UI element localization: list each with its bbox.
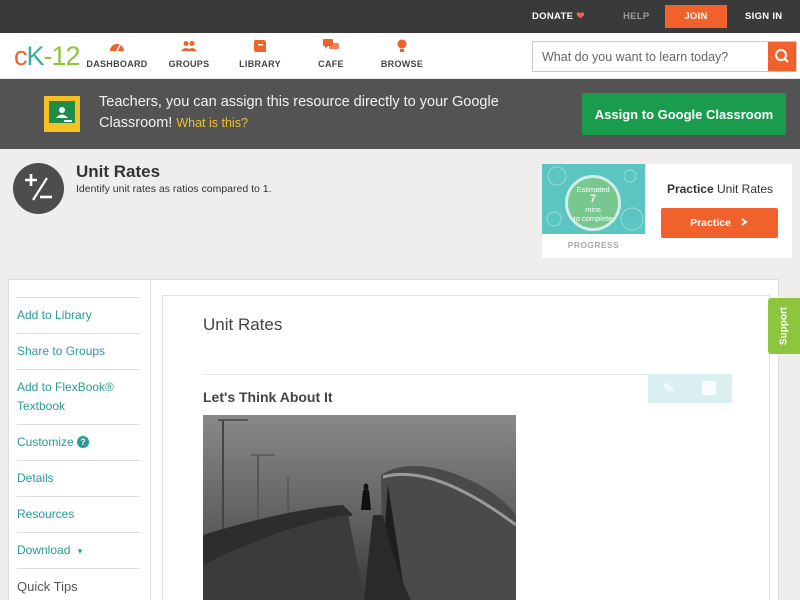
search-box (532, 41, 797, 72)
top-utility-bar: DONATE ❤ HELP JOIN SIGN IN (0, 0, 800, 33)
support-label: Support (778, 306, 790, 346)
sidebar-item-label: Customize (17, 435, 74, 449)
logo-k: K (26, 41, 45, 71)
practice-title: Practice Unit Rates (648, 182, 792, 196)
module-subtitle: Identify unit rates as ratios compared t… (76, 183, 272, 195)
sidebar-item-label: Details (17, 471, 54, 485)
google-classroom-banner: Teachers, you can assign this resource d… (0, 79, 800, 149)
nav-cafe-label: CAFE (318, 59, 344, 69)
content-area: Add to Library Share to Groups Add to Fl… (8, 279, 779, 600)
sidebar-item-add-to-library[interactable]: Add to Library (17, 297, 139, 325)
join-button[interactable]: JOIN (665, 5, 727, 28)
note-icon[interactable] (702, 381, 716, 395)
nav-groups-label: GROUPS (168, 59, 210, 69)
est-unit: mins (585, 205, 601, 214)
sidebar-item-label: Share to Groups (17, 344, 106, 358)
sidebar-item-label: Add to FlexBook® Textbook (17, 380, 114, 413)
logo-c: c (14, 41, 27, 71)
assign-google-classroom-button[interactable]: Assign to Google Classroom (582, 93, 786, 135)
estimated-time-badge: Estimated 7 mins to complete (565, 175, 621, 231)
annotation-tools: ✎ (648, 374, 732, 403)
sidebar-item-quick-tips[interactable]: Quick Tips (17, 568, 139, 596)
library-icon (225, 39, 295, 57)
browse-icon (367, 39, 437, 57)
sidebar-item-resources[interactable]: Resources (17, 496, 139, 524)
sidebar-item-label: Quick Tips (17, 579, 78, 594)
help-icon[interactable]: ? (77, 436, 90, 448)
pencil-icon[interactable]: ✎ (663, 380, 679, 396)
lesson-title: Unit Rates (203, 315, 283, 334)
plus-minus-icon (13, 163, 64, 214)
practice-card: Estimated 7 mins to complete PROGRESS Pr… (542, 164, 792, 258)
groups-icon (154, 39, 224, 57)
what-is-this-link[interactable]: What is this? (176, 116, 248, 130)
google-classroom-icon (44, 96, 80, 132)
heart-icon: ❤ (576, 11, 585, 22)
bridge-photo (203, 415, 516, 600)
sidebar-item-details[interactable]: Details (17, 460, 139, 488)
nav-groups[interactable]: GROUPS (154, 39, 224, 69)
ck12-logo[interactable]: cK-12 (14, 41, 81, 71)
nav-browse-label: BROWSE (380, 59, 424, 69)
practice-button[interactable]: Practice (661, 208, 778, 238)
nav-dashboard-label: DASHBOARD (86, 59, 148, 69)
lesson-panel: Unit Rates ✎ Let's Think About It (162, 295, 770, 600)
search-button[interactable] (768, 42, 796, 71)
progress-label: PROGRESS (567, 240, 620, 250)
module-header: Unit Rates Identify unit rates as ratios… (0, 149, 800, 274)
practice-title-rest: Unit Rates (717, 182, 774, 196)
logo-dash: - (43, 41, 53, 71)
chevron-right-icon (741, 218, 748, 226)
practice-button-label: Practice (690, 217, 731, 229)
sidebar-item-download[interactable]: Download ▾ (17, 532, 139, 561)
module-title: Unit Rates (76, 162, 161, 181)
search-input[interactable] (533, 42, 769, 71)
nav-dashboard[interactable]: DASHBOARD (82, 39, 152, 69)
donate-label: DONATE (532, 11, 574, 22)
logo-num: 12 (51, 41, 81, 71)
nav-cafe[interactable]: CAFE (296, 39, 366, 69)
nav-browse[interactable]: BROWSE (367, 39, 437, 69)
sidebar-item-add-to-flexbook[interactable]: Add to FlexBook® Textbook (17, 369, 139, 416)
practice-title-bold: Practice (666, 182, 714, 196)
banner-message: Teachers, you can assign this resource d… (99, 92, 519, 134)
sidebar-item-label: Add to Library (17, 308, 92, 322)
donate-link[interactable]: DONATE ❤ (532, 0, 585, 33)
sidebar-item-share-to-groups[interactable]: Share to Groups (17, 333, 139, 361)
section-heading: Let's Think About It (203, 389, 333, 405)
sidebar-item-label: Resources (17, 507, 75, 521)
sidebar-item-customize[interactable]: Customize ? (17, 424, 139, 452)
nav-library[interactable]: LIBRARY (225, 39, 295, 69)
dashboard-icon (82, 39, 152, 57)
est-complete: to complete (573, 214, 613, 223)
caret-down-icon: ▾ (77, 546, 83, 556)
est-minutes: 7 (589, 193, 597, 205)
search-icon (775, 49, 789, 63)
help-link[interactable]: HELP (623, 0, 650, 33)
main-nav-bar: cK-12 DASHBOARD GROUPS LIBRARY CAFE BROW… (0, 33, 800, 79)
nav-library-label: LIBRARY (239, 59, 281, 69)
sidebar: Add to Library Share to Groups Add to Fl… (9, 280, 151, 600)
banner-text: Teachers, you can assign this resource d… (99, 94, 499, 131)
progress-tile: Estimated 7 mins to complete (542, 164, 645, 234)
support-tab[interactable]: Support (768, 298, 800, 354)
sign-in-link[interactable]: SIGN IN (745, 0, 782, 33)
sidebar-item-label: Download (17, 543, 71, 557)
cafe-icon (296, 39, 366, 57)
